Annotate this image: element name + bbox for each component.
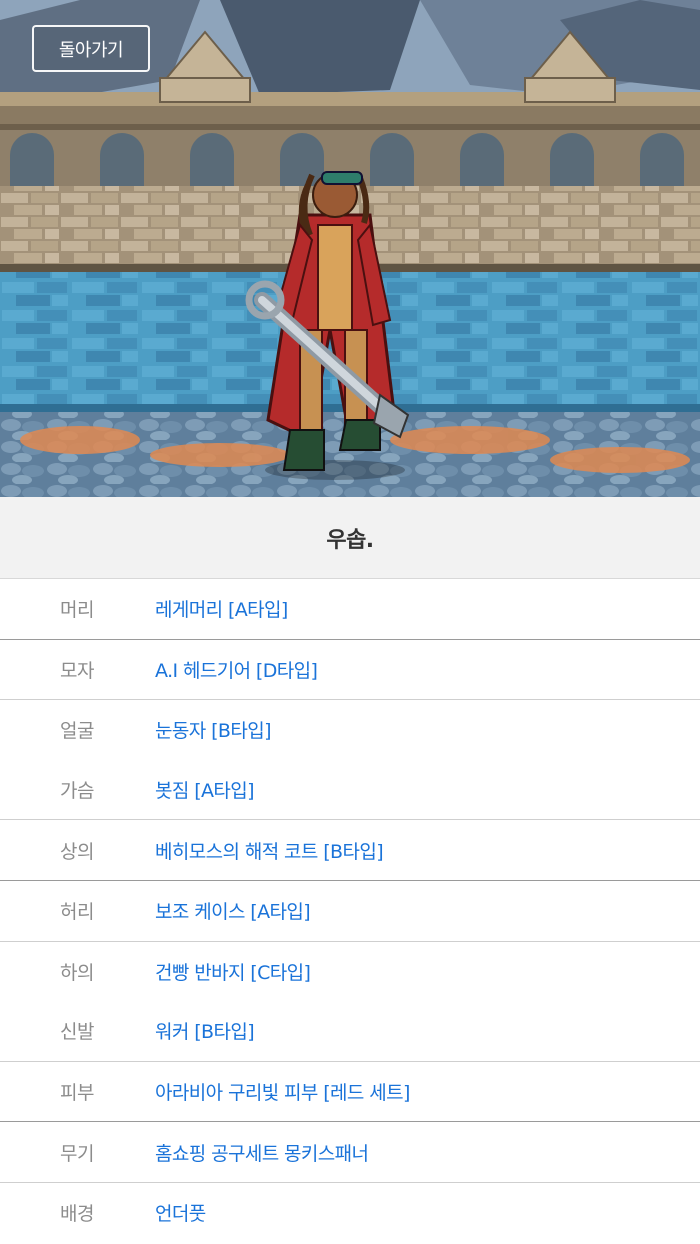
- equipment-row-background: 배경 언더풋: [0, 1181, 700, 1243]
- item-link[interactable]: 워커 [B타입]: [155, 1017, 255, 1044]
- game-scene-background: [0, 0, 700, 497]
- slot-label: 허리: [60, 901, 94, 924]
- slot-label: 머리: [60, 599, 94, 622]
- item-link[interactable]: 레게머리 [A타입]: [155, 595, 288, 622]
- character-preview: 돌아가기: [0, 0, 700, 497]
- item-link[interactable]: 건빵 반바지 [C타입]: [155, 958, 311, 985]
- slot-label: 피부: [60, 1082, 94, 1105]
- item-link[interactable]: A.I 헤드기어 [D타입]: [155, 656, 318, 683]
- equipment-row-bottom: 하의 건빵 반바지 [C타입]: [0, 940, 700, 1002]
- item-link[interactable]: 보조 케이스 [A타입]: [155, 897, 311, 924]
- character-name-bar: 우솝.: [0, 497, 700, 579]
- slot-label: 무기: [60, 1142, 94, 1165]
- item-link[interactable]: 베히모스의 해적 코트 [B타입]: [155, 837, 384, 864]
- equipment-row-cap: 모자 A.I 헤드기어 [D타입]: [0, 638, 700, 700]
- equipment-row-waist: 허리 보조 케이스 [A타입]: [0, 879, 700, 941]
- slot-label: 배경: [60, 1203, 94, 1226]
- slot-label: 신발: [60, 1021, 94, 1044]
- item-link[interactable]: 아라비아 구리빛 피부 [레드 세트]: [155, 1078, 410, 1105]
- item-link[interactable]: 봇짐 [A타입]: [155, 776, 255, 803]
- equipment-row-face: 얼굴 눈동자 [B타입]: [0, 699, 700, 760]
- equipment-row-top: 상의 베히모스의 해적 코트 [B타입]: [0, 819, 700, 880]
- slot-label: 상의: [60, 840, 94, 863]
- character-name: 우솝.: [326, 527, 374, 553]
- equipment-row-shoes: 신발 워커 [B타입]: [0, 1001, 700, 1061]
- slot-label: 얼굴: [60, 720, 94, 743]
- equipment-row-chest: 가슴 봇짐 [A타입]: [0, 760, 700, 820]
- slot-label: 하의: [60, 961, 94, 984]
- equipment-row-hair: 머리 레게머리 [A타입]: [0, 579, 700, 639]
- item-link[interactable]: 눈동자 [B타입]: [155, 716, 272, 743]
- equipment-row-skin: 피부 아라비아 구리빛 피부 [레드 세트]: [0, 1060, 700, 1122]
- equipment-row-weapon: 무기 홈쇼핑 공구세트 몽키스패너: [0, 1121, 700, 1182]
- item-link[interactable]: 홈쇼핑 공구세트 몽키스패너: [155, 1139, 369, 1166]
- equipment-list: 머리 레게머리 [A타입] 모자 A.I 헤드기어 [D타입] 얼굴 눈동자 […: [0, 579, 700, 1243]
- item-link[interactable]: 언더풋: [155, 1199, 206, 1226]
- back-button[interactable]: 돌아가기: [32, 25, 150, 72]
- slot-label: 모자: [60, 659, 94, 682]
- slot-label: 가슴: [60, 780, 94, 803]
